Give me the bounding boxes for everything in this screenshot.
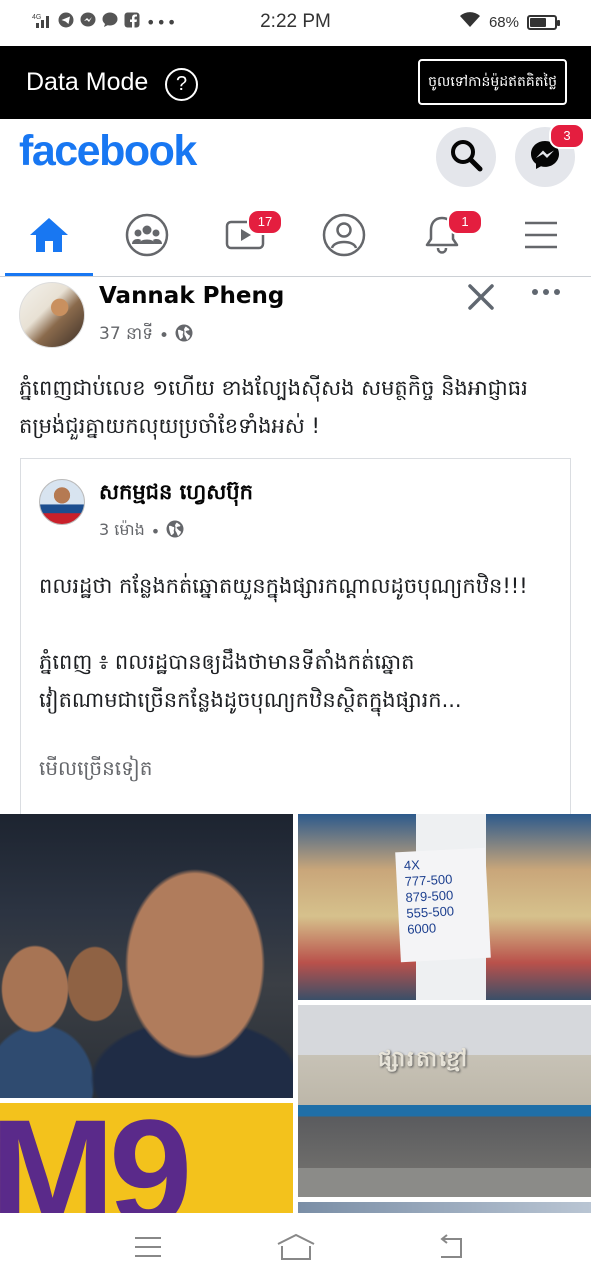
switch-to-free-mode-button[interactable]: ចូលទៅកាន់ម៉ូដឥតគិតថ្លៃ — [418, 59, 567, 105]
menu-icon — [523, 219, 559, 255]
globe-icon — [166, 520, 184, 542]
home-nav-icon — [277, 1233, 315, 1260]
post-photo-banner[interactable]: M9 — [0, 1103, 293, 1213]
tab-groups[interactable] — [98, 197, 196, 276]
shared-post[interactable]: សកម្មជន ហ្វេសប៊ុក 3 ម៉ោង • ពលរដ្ឋថា កន្ល… — [20, 458, 571, 814]
lottery-ticket: 4X 777-500 879-500 555-500 6000 — [395, 847, 491, 963]
messenger-button[interactable]: 3 — [515, 123, 585, 187]
home-icon — [28, 216, 70, 258]
search-button[interactable] — [436, 127, 496, 187]
tab-profile[interactable] — [295, 197, 393, 276]
tab-menu[interactable] — [492, 197, 590, 276]
globe-icon — [175, 324, 193, 347]
shared-author-avatar[interactable] — [39, 479, 85, 525]
tab-home[interactable] — [0, 197, 98, 276]
shared-post-time[interactable]: 3 ម៉ោង — [99, 519, 145, 543]
ticket-line: 6000 — [406, 920, 437, 937]
post-meta: 37 នាទី • — [99, 323, 193, 348]
meta-separator: • — [159, 325, 170, 346]
meta-separator: • — [150, 521, 161, 541]
tab-watch[interactable]: 17 — [196, 197, 294, 276]
post-photo-lottery-ticket[interactable]: 4X 777-500 879-500 555-500 6000 — [298, 814, 591, 1000]
recent-apps-icon — [135, 1237, 161, 1257]
post-photo-crowd[interactable] — [0, 814, 293, 1098]
tab-notifications[interactable]: 1 — [393, 197, 491, 276]
shared-post-paragraph-2-line-1: ភ្នំពេញ ៖ ពលរដ្ឋបានឲ្យដឹងថាមានទីតាំងកត់ឆ… — [39, 650, 415, 674]
back-icon — [440, 1234, 462, 1258]
close-icon — [468, 284, 494, 310]
back-button[interactable] — [420, 1227, 480, 1267]
facebook-logo[interactable]: facebook — [19, 127, 197, 176]
battery-percent: 68% — [488, 13, 519, 31]
shared-post-text: ពលរដ្ឋថា កន្លែងកត់ឆ្នោតយួនក្នុងផ្សារកណ្ត… — [39, 567, 559, 719]
battery-fill — [530, 17, 547, 27]
recent-apps-button[interactable] — [118, 1227, 178, 1267]
search-icon — [449, 138, 483, 176]
shared-author-name[interactable]: សកម្មជន ហ្វេសប៊ុក — [99, 479, 253, 510]
post-time[interactable]: 37 នាទី — [99, 323, 153, 348]
shared-post-paragraph-1: ពលរដ្ឋថា កន្លែងកត់ឆ្នោតយួនក្នុងផ្សារកណ្ត… — [39, 574, 528, 598]
see-more-link[interactable]: មើលច្រើនទៀត — [39, 755, 152, 785]
shared-post-paragraph-2-line-2: វៀតណាមជាច្រើនកន្លែងដូចបុណ្យកឋិនស្ថិតក្នុ… — [39, 688, 462, 712]
banner-text: M9 — [0, 1103, 192, 1213]
nav-tabs: 17 1 — [0, 197, 591, 277]
app-header: facebook 3 — [0, 119, 591, 197]
profile-icon — [322, 213, 366, 261]
hide-post-button[interactable] — [466, 282, 496, 318]
wifi-icon — [459, 12, 481, 32]
groups-icon — [125, 213, 169, 261]
data-mode-bar: Data Mode ? ចូលទៅកាន់ម៉ូដឥតគិតថ្លៃ — [0, 46, 591, 119]
post-author-avatar[interactable] — [19, 282, 85, 348]
post-author-name[interactable]: Vannak Pheng — [99, 283, 284, 309]
notifications-badge: 1 — [447, 209, 483, 235]
home-nav-button[interactable] — [266, 1227, 326, 1267]
help-icon[interactable]: ? — [165, 68, 198, 101]
status-icons-right: 68% — [459, 12, 560, 32]
shared-post-meta: 3 ម៉ោង • — [99, 519, 184, 543]
post-text: ភ្នំពេញជាប់លេខ ១ហើយ ខាងល្បែងស៊ីសង សមត្ថក… — [19, 376, 528, 438]
post-photo-partial[interactable] — [298, 1202, 591, 1213]
post-photo-market-building[interactable]: ផ្សារតាខ្មៅ — [298, 1005, 591, 1197]
messenger-badge: 3 — [549, 123, 585, 149]
battery-icon — [527, 14, 560, 30]
status-bar: 4G ••• 2:22 PM 68% — [0, 0, 591, 46]
watch-badge: 17 — [247, 209, 283, 235]
more-options-icon — [532, 289, 560, 295]
market-sign: ផ្សារតាខ្មៅ — [378, 1046, 470, 1071]
post-options-button[interactable] — [531, 277, 561, 314]
system-nav-bar — [0, 1213, 591, 1280]
data-mode-label: Data Mode — [26, 68, 149, 96]
